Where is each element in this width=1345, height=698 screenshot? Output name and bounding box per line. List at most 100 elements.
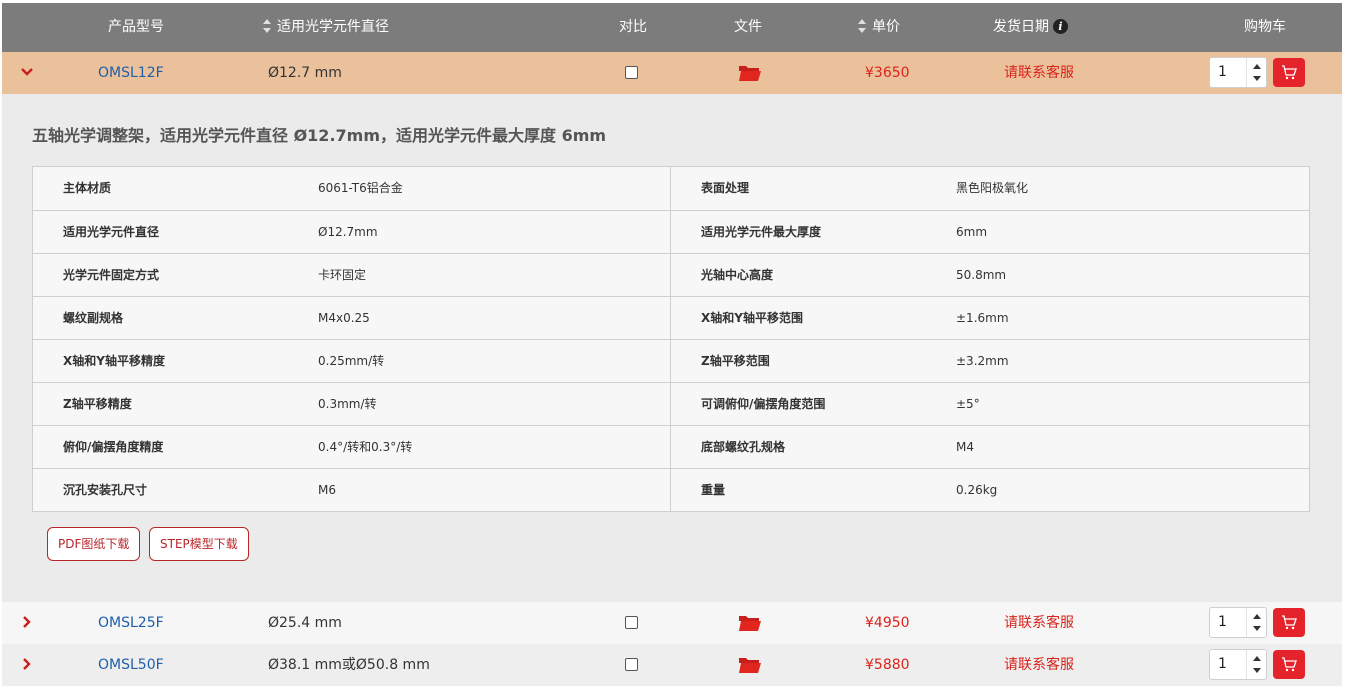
spec-value: 0.26kg (956, 483, 998, 497)
chevron-down-icon[interactable] (1253, 668, 1261, 673)
add-to-cart-button[interactable] (1273, 650, 1305, 679)
compare-checkbox[interactable] (625, 66, 638, 79)
spec-row: 螺纹副规格 M4x0.25 X轴和Y轴平移范围 ±1.6mm (33, 296, 1309, 339)
header-compare: 对比 (619, 19, 647, 35)
spec-key: 适用光学元件最大厚度 (701, 225, 822, 239)
folder-icon[interactable] (738, 655, 762, 674)
add-to-cart-button[interactable] (1273, 608, 1305, 637)
step-download-button[interactable]: STEP模型下载 (149, 527, 249, 561)
spec-table: 主体材质 6061-T6铝合金 表面处理 黑色阳极氧化 适用光学元件直径 Ø12… (32, 166, 1310, 512)
product-detail-panel: 五轴光学调整架，适用光学元件直径 Ø12.7mm，适用光学元件最大厚度 6mm … (2, 94, 1342, 602)
spec-value: 0.3mm/转 (318, 397, 377, 411)
spec-key: 光轴中心高度 (701, 268, 774, 282)
quantity-value[interactable]: 1 (1218, 608, 1227, 637)
chevron-down-icon[interactable] (1253, 76, 1261, 81)
compare-checkbox[interactable] (625, 616, 638, 629)
header-diameter[interactable]: 适用光学元件直径 (263, 3, 389, 52)
chevron-down-icon[interactable] (20, 65, 34, 79)
spec-value: 6061-T6铝合金 (318, 181, 403, 195)
quantity-value[interactable]: 1 (1218, 650, 1227, 679)
cart-icon (1282, 615, 1297, 630)
contact-link[interactable]: 请联系客服 (1004, 602, 1074, 644)
price-value: ¥3650 (865, 65, 910, 81)
cart-icon (1282, 65, 1297, 80)
sort-icon[interactable] (858, 19, 866, 33)
price-value: ¥4950 (865, 615, 910, 631)
spec-key: Z轴平移精度 (63, 397, 132, 411)
spec-key: 底部螺纹孔规格 (701, 440, 786, 454)
price-value: ¥5880 (865, 657, 910, 673)
quantity-spinner[interactable] (1246, 58, 1266, 87)
spec-value: M4x0.25 (318, 311, 370, 325)
chevron-up-icon[interactable] (1253, 64, 1261, 69)
quantity-spinner[interactable] (1246, 650, 1266, 679)
spec-row: Z轴平移精度 0.3mm/转 可调俯仰/偏摆角度范围 ±5° (33, 382, 1309, 425)
spec-value: ±3.2mm (956, 354, 1009, 368)
folder-icon[interactable] (738, 63, 762, 82)
chevron-down-icon[interactable] (1253, 626, 1261, 631)
table-header: 产品型号 适用光学元件直径 对比 文件 单价 发货日期 i 购物车 (2, 3, 1342, 52)
chevron-up-icon[interactable] (1253, 656, 1261, 661)
spec-value: 0.4°/转和0.3°/转 (318, 440, 413, 454)
chevron-right-icon[interactable] (20, 615, 34, 629)
add-to-cart-button[interactable] (1273, 58, 1305, 87)
spec-key: X轴和Y轴平移范围 (701, 311, 803, 325)
spec-key: 可调俯仰/偏摆角度范围 (701, 397, 826, 411)
spec-row: X轴和Y轴平移精度 0.25mm/转 Z轴平移范围 ±3.2mm (33, 339, 1309, 382)
model-link[interactable]: OMSL50F (98, 644, 164, 686)
diameter-value: Ø25.4 mm (268, 615, 342, 631)
pdf-download-button[interactable]: PDF图纸下载 (47, 527, 141, 561)
quantity-spinner[interactable] (1246, 608, 1266, 637)
spec-value: ±1.6mm (956, 311, 1009, 325)
spec-value: 0.25mm/转 (318, 354, 385, 368)
spec-value: 50.8mm (956, 268, 1007, 282)
spec-row: 适用光学元件直径 Ø12.7mm 适用光学元件最大厚度 6mm (33, 210, 1309, 253)
spec-key: 螺纹副规格 (63, 311, 124, 325)
folder-icon[interactable] (738, 613, 762, 632)
header-ship-date: 发货日期 i (993, 3, 1068, 52)
header-diameter-label: 适用光学元件直径 (277, 19, 389, 35)
model-link[interactable]: OMSL25F (98, 602, 164, 644)
spec-key: 重量 (701, 483, 726, 497)
quantity-stepper[interactable]: 1 (1209, 607, 1267, 638)
spec-key: 光学元件固定方式 (63, 268, 160, 282)
spec-value: M6 (318, 483, 336, 497)
quantity-value[interactable]: 1 (1218, 58, 1227, 87)
spec-value: 6mm (956, 225, 988, 239)
contact-link[interactable]: 请联系客服 (1004, 644, 1074, 686)
table-row[interactable]: OMSL25F Ø25.4 mm ¥4950 请联系客服 1 (2, 602, 1342, 644)
product-description: 五轴光学调整架，适用光学元件直径 Ø12.7mm，适用光学元件最大厚度 6mm (32, 126, 607, 145)
spec-row: 光学元件固定方式 卡环固定 光轴中心高度 50.8mm (33, 253, 1309, 296)
header-price[interactable]: 单价 (858, 3, 900, 52)
header-price-label: 单价 (872, 19, 900, 35)
spec-key: 表面处理 (701, 181, 750, 195)
diameter-value: Ø12.7 mm (268, 65, 342, 81)
diameter-value: Ø38.1 mm或Ø50.8 mm (268, 657, 430, 673)
sort-icon[interactable] (263, 19, 271, 33)
spec-row: 沉孔安装孔尺寸 M6 重量 0.26kg (33, 468, 1309, 511)
spec-value: 黑色阳极氧化 (956, 181, 1029, 195)
model-link[interactable]: OMSL12F (98, 52, 164, 94)
spec-value: M4 (956, 440, 974, 454)
table-row[interactable]: OMSL50F Ø38.1 mm或Ø50.8 mm ¥5880 请联系客服 1 (2, 644, 1342, 686)
quantity-stepper[interactable]: 1 (1209, 57, 1267, 88)
table-row[interactable]: OMSL12F Ø12.7 mm ¥3650 请联系客服 1 (2, 52, 1342, 94)
quantity-stepper[interactable]: 1 (1209, 649, 1267, 680)
header-ship-date-label: 发货日期 (993, 19, 1049, 35)
product-table: 产品型号 适用光学元件直径 对比 文件 单价 发货日期 i 购物车 OMSL12F… (2, 3, 1342, 686)
header-cart: 购物车 (1244, 19, 1286, 35)
header-model: 产品型号 (108, 19, 164, 35)
chevron-right-icon[interactable] (20, 657, 34, 671)
spec-key: X轴和Y轴平移精度 (63, 354, 165, 368)
compare-checkbox[interactable] (625, 658, 638, 671)
spec-key: Z轴平移范围 (701, 354, 770, 368)
spec-key: 俯仰/偏摆角度精度 (63, 440, 164, 454)
spec-value: ±5° (956, 397, 980, 411)
spec-key: 主体材质 (63, 181, 112, 195)
info-icon[interactable]: i (1053, 19, 1068, 34)
contact-link[interactable]: 请联系客服 (1004, 52, 1074, 94)
spec-row: 主体材质 6061-T6铝合金 表面处理 黑色阳极氧化 (33, 167, 1309, 210)
spec-key: 适用光学元件直径 (63, 225, 160, 239)
spec-value: 卡环固定 (318, 268, 367, 282)
chevron-up-icon[interactable] (1253, 614, 1261, 619)
